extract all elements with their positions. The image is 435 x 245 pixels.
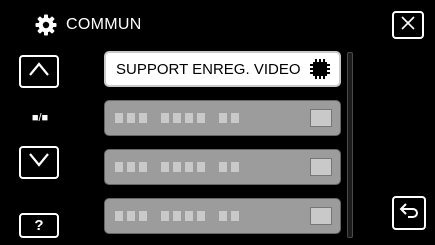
scroll-down-button[interactable] [19,146,59,179]
placeholder-text-icon [115,211,239,221]
menu-item-placeholder-3 [104,198,341,234]
menu-item-support-enreg-video[interactable]: SUPPORT ENREG. VIDEO [104,51,341,87]
menu-item-label: SUPPORT ENREG. VIDEO [116,60,301,78]
close-icon [400,15,416,36]
help-label: ? [34,217,44,234]
list-scrollbar[interactable] [347,52,353,238]
help-button[interactable]: ? [19,213,59,238]
menu-item-placeholder-2 [104,149,341,185]
setting-chip-icon [309,58,331,80]
value-placeholder-icon [310,207,332,225]
chevron-down-icon [28,152,50,173]
page-title: COMMUN [66,16,142,33]
chevron-up-icon [28,61,50,82]
placeholder-text-icon [115,162,239,172]
value-placeholder-icon [310,158,332,176]
screen-header: COMMUN [34,10,142,40]
gear-icon [34,13,58,37]
value-placeholder-icon [310,109,332,127]
menu-item-placeholder-1 [104,100,341,136]
back-button[interactable] [392,196,426,230]
return-icon [398,201,420,226]
scroll-up-button[interactable] [19,55,59,88]
close-button[interactable] [392,11,424,39]
page-indicator: ■/■ [31,112,49,124]
placeholder-text-icon [115,113,239,123]
